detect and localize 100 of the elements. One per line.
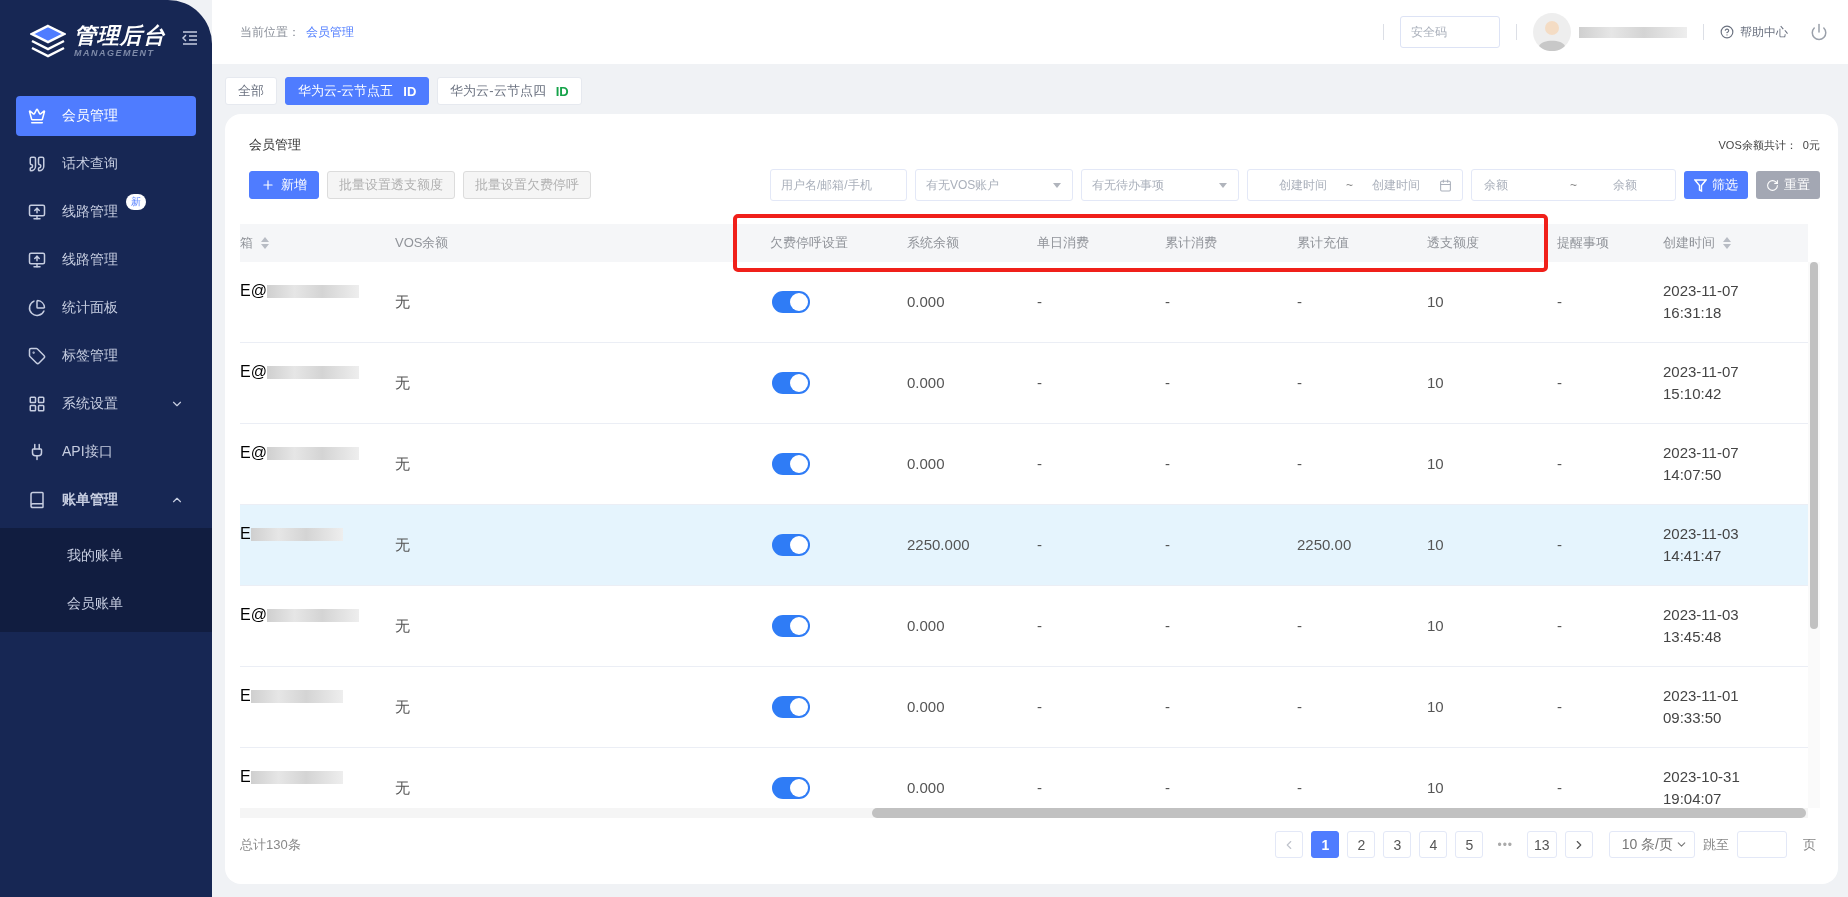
table-cell-text: - [1037, 697, 1042, 717]
time-text: 14:07:50 [1663, 465, 1723, 485]
quote-icon [28, 155, 46, 173]
tag-icon [28, 347, 46, 365]
table-cell-text: E [240, 524, 251, 544]
search-field[interactable]: 用户名/邮箱/手机 [769, 169, 907, 201]
dropdown-icon [1218, 183, 1227, 188]
filter-button[interactable]: 筛选 [1684, 171, 1748, 199]
time-text: 19:04:07 [1663, 789, 1723, 808]
table-cell-text: - [1297, 292, 1302, 312]
table-cell-text: 无 [395, 697, 410, 717]
breadcrumb-label: 当前位置： [240, 23, 300, 41]
date-range-picker[interactable]: 创建时间 ~ 创建时间 [1246, 169, 1463, 201]
sidebar-item[interactable]: 线路管理 [16, 240, 196, 280]
table-cell-text: - [1165, 292, 1170, 312]
calendar-icon [1439, 178, 1452, 192]
node-tab[interactable]: 华为云-云节点五 ID [285, 77, 430, 105]
table-cell-text: E@ [240, 281, 267, 301]
time-text: 14:41:47 [1663, 546, 1723, 566]
page-button[interactable]: 5 [1455, 831, 1484, 858]
column-header: 透支额度 [1426, 234, 1480, 252]
help-icon [1720, 25, 1734, 39]
book-icon [28, 491, 46, 509]
breadcrumb-link[interactable]: 会员管理 [306, 23, 354, 41]
submenu-item[interactable]: 我的账单 [0, 532, 212, 580]
horizontal-scrollbar[interactable] [240, 808, 1808, 818]
table-cell-text: E [240, 767, 251, 787]
vertical-scrollbar[interactable] [1808, 262, 1820, 808]
toggle-switch[interactable] [772, 372, 810, 394]
table-cell-text: - [1557, 697, 1562, 717]
table-cell-text: - [1037, 454, 1042, 474]
time-text: 15:10:42 [1663, 384, 1723, 404]
table-cell-text: 0.000 [907, 697, 945, 717]
sidebar-item[interactable]: 话术查询 [16, 144, 196, 184]
table-cell-text: - [1165, 616, 1170, 636]
page-button[interactable]: 4 [1419, 831, 1448, 858]
security-code-field[interactable]: 安全码 [1400, 16, 1500, 48]
sidebar-item[interactable]: 会员管理 [16, 96, 196, 136]
column-header: 系统余额 [906, 234, 960, 252]
table-cell-text: - [1557, 535, 1562, 555]
sidebar-item[interactable]: 系统设置 [16, 384, 196, 424]
toggle-switch[interactable] [772, 696, 810, 718]
toggle-switch[interactable] [772, 291, 810, 313]
table-cell-text: - [1557, 373, 1562, 393]
page-unit: 页 [1803, 835, 1816, 854]
page-button[interactable]: 1 [1311, 831, 1340, 858]
range-separator: ~ [1570, 178, 1577, 192]
table-cell-text: - [1557, 292, 1562, 312]
table-row[interactable]: E 无 2250.000 - - 2250.00 10 - 2023-11-03 14:41:47 [240, 505, 1808, 586]
amount-range-picker[interactable]: 余额 ~ 余额 [1471, 169, 1676, 201]
table-cell-text: 无 [395, 454, 410, 474]
power-icon[interactable] [1810, 23, 1828, 41]
page-button[interactable]: 3 [1383, 831, 1412, 858]
help-link[interactable]: 帮助中心 [1720, 23, 1788, 41]
add-button[interactable]: 新增 [249, 171, 319, 199]
date-text: 2023-11-07 [1663, 443, 1739, 463]
monitor-icon [28, 203, 46, 221]
avatar-icon[interactable] [1533, 13, 1571, 51]
table-cell-text: - [1557, 778, 1562, 798]
page-size-select[interactable]: 10 条/页 [1608, 831, 1695, 858]
table-cell-text: - [1165, 454, 1170, 474]
menu-collapse-icon[interactable] [182, 31, 198, 45]
node-tab[interactable]: 全部 [225, 77, 277, 105]
table-cell-text: 2250.00 [1297, 535, 1352, 555]
page-button[interactable]: 13 [1527, 831, 1557, 858]
table-cell-text: - [1297, 616, 1302, 636]
sort-icon[interactable] [1723, 237, 1731, 249]
table-cell-text: 无 [395, 535, 410, 555]
card-title: 会员管理 [249, 136, 301, 154]
table-cell-text: 无 [395, 778, 410, 798]
page-ellipsis: ••• [1496, 837, 1515, 852]
select-field[interactable]: 有无VOS账户 [914, 169, 1073, 201]
select-field[interactable]: 有无待办事项 [1080, 169, 1239, 201]
date-text: 2023-11-07 [1663, 281, 1739, 301]
jump-label: 跳至 [1703, 835, 1729, 854]
next-page-button[interactable] [1564, 831, 1593, 858]
sidebar-item[interactable]: 统计面板 [16, 288, 196, 328]
table-cell-text: 0.000 [907, 454, 945, 474]
table-cell-text: - [1557, 454, 1562, 474]
table-cell-text: - [1165, 535, 1170, 555]
table-cell-text: - [1297, 778, 1302, 798]
grid-icon [28, 395, 46, 413]
toggle-switch[interactable] [772, 453, 810, 475]
page-jump-field[interactable] [1737, 831, 1787, 858]
toggle-switch[interactable] [772, 777, 810, 799]
sidebar-item[interactable]: 账单管理 [16, 480, 196, 520]
table-cell-text: E@ [240, 605, 267, 625]
sidebar-item[interactable]: 线路管理 新 [16, 192, 196, 232]
sidebar-item[interactable]: API接口 [16, 432, 196, 472]
node-tab[interactable]: 华为云-云节点四 ID [437, 77, 582, 105]
page-button[interactable]: 2 [1347, 831, 1376, 858]
toggle-switch[interactable] [772, 615, 810, 637]
sidebar-item[interactable]: 标签管理 [16, 336, 196, 376]
new-badge: 新 [126, 194, 146, 210]
toggle-switch[interactable] [772, 534, 810, 556]
table-cell-text: - [1165, 373, 1170, 393]
column-header: 单日消费 [1036, 234, 1090, 252]
table-cell-text: 10 [1427, 697, 1444, 717]
submenu-item[interactable]: 会员账单 [0, 580, 212, 628]
sort-icon[interactable] [261, 237, 269, 249]
